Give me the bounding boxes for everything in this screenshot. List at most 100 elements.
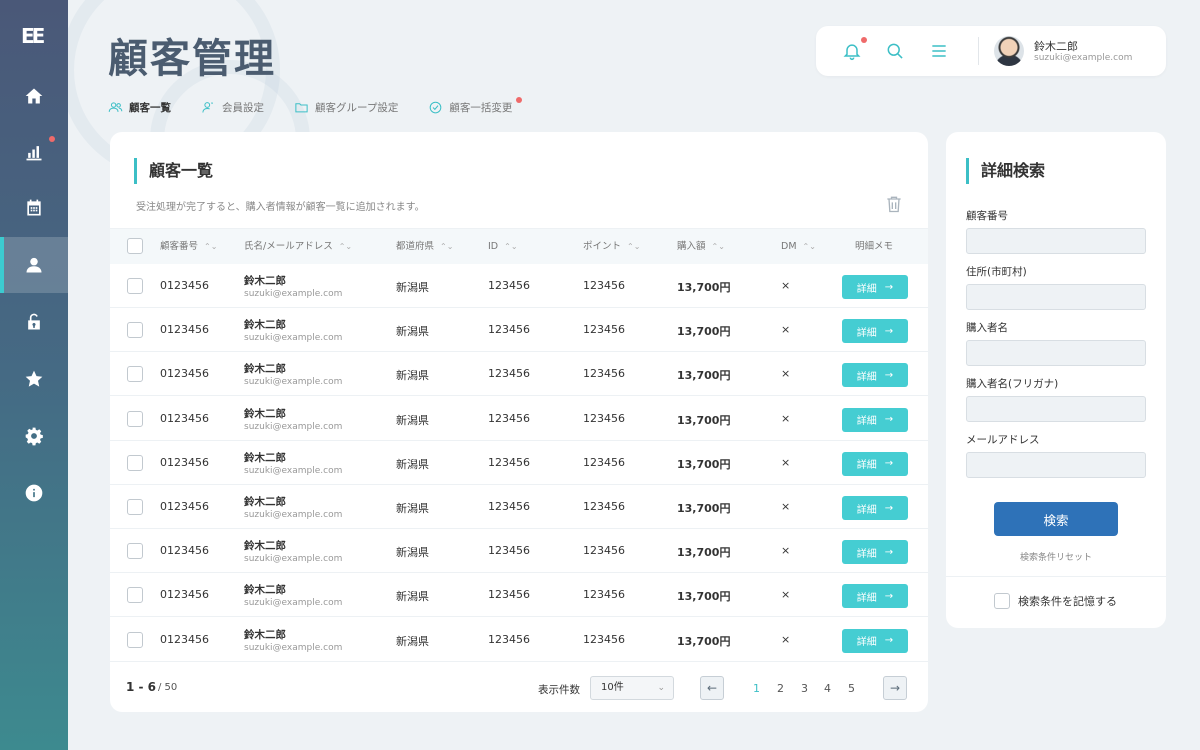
table-row[interactable]: 0123456 鈴木二郎 suzuki@example.com 新潟県 123456 12… <box>110 397 928 441</box>
table-row[interactable]: 0123456 鈴木二郎 suzuki@example.com 新潟県 123456 12… <box>110 441 928 485</box>
tab-member-settings[interactable]: 会員設定 <box>201 97 264 117</box>
row-checkbox[interactable] <box>127 543 143 560</box>
column-label: 顧客番号 <box>160 241 199 252</box>
sidebar-item-security[interactable] <box>0 294 68 350</box>
sort-icon: ⌃⌄ <box>627 242 641 251</box>
search-submit-button[interactable]: 検索 <box>994 502 1118 536</box>
row-checkbox[interactable] <box>127 322 143 339</box>
sidebar-item-analytics[interactable] <box>0 124 68 180</box>
sort-icon: ⌃⌄ <box>204 242 218 251</box>
column-header[interactable]: 購入額 ⌃⌄ <box>677 229 725 265</box>
detail-button[interactable]: 詳細 → <box>842 319 908 344</box>
sidebar-item-settings[interactable] <box>0 408 68 464</box>
email-input[interactable] <box>966 452 1146 478</box>
row-checkbox[interactable] <box>127 278 143 294</box>
detail-label: 詳細 <box>856 504 877 516</box>
row-checkbox[interactable] <box>127 587 143 604</box>
detail-button[interactable]: 詳細 → <box>842 584 908 609</box>
buyer-name-input[interactable] <box>966 340 1146 366</box>
sidebar-item-home[interactable] <box>0 68 68 124</box>
column-header[interactable]: 都道府県 ⌃⌄ <box>396 229 453 265</box>
detail-label: 詳細 <box>856 327 877 339</box>
table-row[interactable]: 0123456 鈴木二郎 suzuki@example.com 新潟県 123456 12… <box>110 618 928 662</box>
table-row[interactable]: 0123456 鈴木二郎 suzuki@example.com 新潟県 123456 12… <box>110 352 928 397</box>
customer-name: 鈴木二郎 <box>244 496 286 508</box>
tab-label: 顧客一括変更 <box>449 101 513 114</box>
detail-label: 詳細 <box>856 460 877 472</box>
row-checkbox[interactable] <box>127 410 143 427</box>
tab-customer-groups[interactable]: 顧客グループ設定 <box>294 97 398 117</box>
avatar[interactable] <box>994 36 1024 66</box>
sort-icon: ⌃⌄ <box>711 242 725 251</box>
row-checkbox[interactable] <box>127 499 143 515</box>
column-label: ポイント <box>583 241 622 252</box>
table-row[interactable]: 0123456 鈴木二郎 suzuki@example.com 新潟県 123456 12… <box>110 529 928 574</box>
remember-checkbox[interactable] <box>994 593 1010 609</box>
row-checkbox[interactable] <box>127 631 143 648</box>
row-checkbox[interactable] <box>127 366 143 383</box>
table-row[interactable]: 0123456 鈴木二郎 suzuki@example.com 新潟県 123456 12… <box>110 264 928 308</box>
next-page-button[interactable]: → <box>883 676 907 700</box>
sidebar-item-calendar[interactable] <box>0 180 68 236</box>
detail-button[interactable]: 詳細 → <box>842 363 908 388</box>
advanced-search-card: 詳細検索 顧客番号 住所(市町村) 購入者名 購入者名(フリガナ) メールアドレ… <box>946 132 1166 628</box>
customer-no-input[interactable] <box>966 228 1146 254</box>
row-checkbox[interactable] <box>127 454 143 471</box>
sidebar-item-favorites[interactable] <box>0 351 68 407</box>
column-header[interactable]: 氏名/メールアドレス ⌃⌄ <box>244 229 352 265</box>
detail-label: 詳細 <box>856 371 877 383</box>
customer-name: 鈴木二郎 <box>244 407 286 420</box>
address-input[interactable] <box>966 284 1146 310</box>
customer-name: 鈴木二郎 <box>244 363 286 376</box>
tab-label: 顧客グループ設定 <box>315 101 399 114</box>
column-header[interactable]: ポイント ⌃⌄ <box>583 229 640 265</box>
detail-button[interactable]: 詳細 → <box>842 540 908 565</box>
detail-label: 詳細 <box>856 637 877 649</box>
prefecture: 新潟県 <box>396 457 429 471</box>
column-header[interactable]: ID ⌃⌄ <box>488 229 518 265</box>
reset-search-link[interactable]: 検索条件リセット <box>946 550 1166 563</box>
detail-button[interactable]: 詳細 → <box>842 275 908 299</box>
user-email: suzuki@example.com <box>1034 53 1133 63</box>
purchase-amount: 13,700円 <box>677 546 731 560</box>
arrow-right-icon: → <box>884 369 894 381</box>
tab-label: 顧客一覧 <box>129 101 171 114</box>
prev-page-button[interactable]: ← <box>700 676 724 700</box>
column-header[interactable]: 顧客番号 ⌃⌄ <box>160 229 217 265</box>
dm-status: × <box>781 500 791 513</box>
notification-button[interactable] <box>842 37 867 61</box>
tab-bulk-change[interactable]: 顧客一括変更 <box>428 97 523 117</box>
page-5[interactable]: 5 <box>848 682 855 695</box>
delete-button[interactable] <box>884 194 904 214</box>
remember-search-option[interactable]: 検索条件を記憶する <box>994 593 1117 609</box>
sidebar-item-info[interactable] <box>0 465 68 521</box>
page-1[interactable]: 1 <box>753 682 760 695</box>
sidebar-item-customers[interactable] <box>0 237 68 293</box>
user-name: 鈴木二郎 <box>1034 40 1078 53</box>
pagination-range: 1 - 6 <box>126 680 157 694</box>
page-2[interactable]: 2 <box>777 682 784 695</box>
column-header: 明細メモ <box>855 229 893 265</box>
select-all-checkbox[interactable] <box>127 238 143 254</box>
app-logo[interactable]: EE <box>21 24 47 50</box>
notification-dot <box>516 97 523 103</box>
buyer-kana-input[interactable] <box>966 396 1146 422</box>
search-button[interactable] <box>885 41 905 61</box>
customer-email: suzuki@example.com <box>244 554 343 565</box>
per-page-select[interactable]: 10件 ⌄ <box>590 676 674 700</box>
table-row[interactable]: 0123456 鈴木二郎 suzuki@example.com 新潟県 123456 12… <box>110 573 928 618</box>
page-4[interactable]: 4 <box>824 682 831 695</box>
menu-button[interactable] <box>929 41 949 61</box>
table-row[interactable]: 0123456 鈴木二郎 suzuki@example.com 新潟県 123456 12… <box>110 485 928 529</box>
arrow-right-icon: → <box>884 281 894 293</box>
detail-button[interactable]: 詳細 → <box>842 407 908 432</box>
purchase-amount: 13,700円 <box>677 457 731 471</box>
page-3[interactable]: 3 <box>801 682 808 695</box>
customer-number: 0123456 <box>160 279 209 292</box>
table-row[interactable]: 0123456 鈴木二郎 suzuki@example.com 新潟県 123456 12… <box>110 308 928 353</box>
detail-button[interactable]: 詳細 → <box>842 451 908 476</box>
detail-button[interactable]: 詳細 → <box>842 496 908 520</box>
tab-customer-list[interactable]: 顧客一覧 <box>108 97 171 117</box>
detail-button[interactable]: 詳細 → <box>842 628 908 653</box>
column-header[interactable]: DM ⌃⌄ <box>781 229 816 265</box>
